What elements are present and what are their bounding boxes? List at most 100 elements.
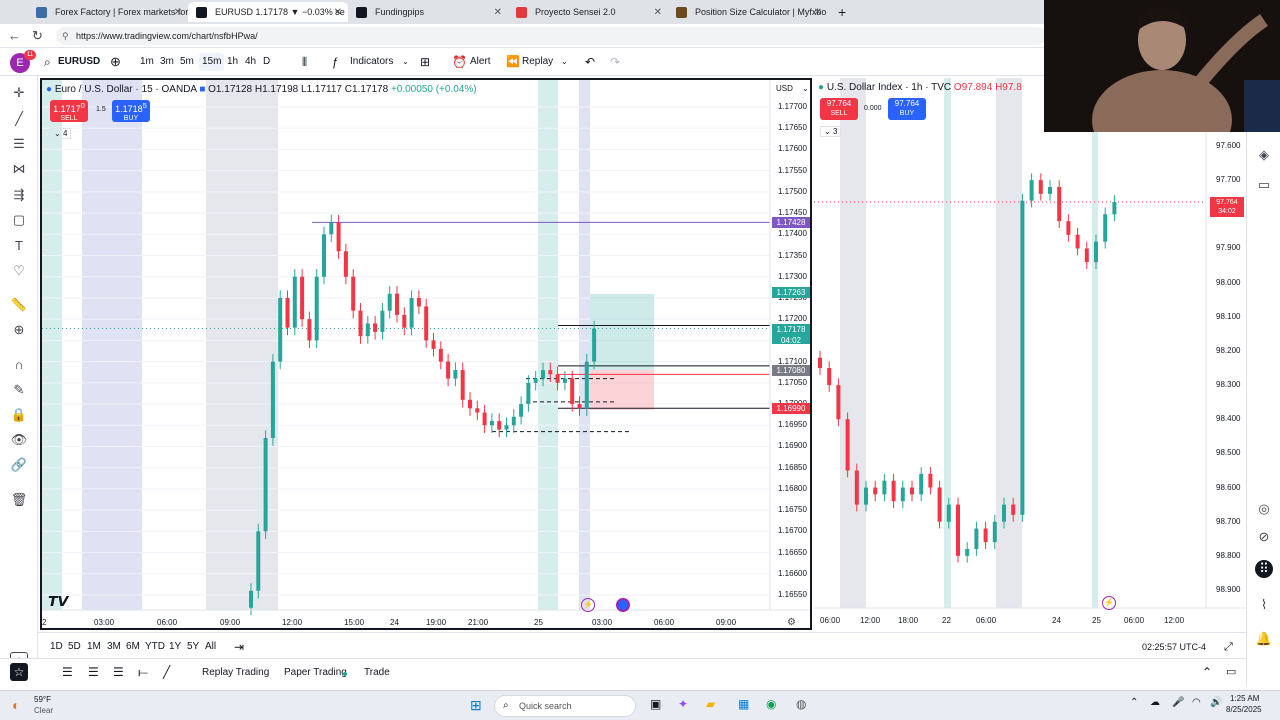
tab-trade[interactable]: Trade [364, 664, 390, 682]
link-icon[interactable]: 🔗 [10, 456, 28, 474]
redo-icon[interactable]: ↷ [610, 53, 620, 71]
watchlist-star-icon[interactable]: ☆ [10, 663, 28, 681]
obs-icon[interactable]: ◍ [796, 697, 806, 711]
tab-paper-trading[interactable]: Paper Trading [284, 664, 347, 682]
range-5d[interactable]: 5D [68, 638, 81, 656]
maximize-panel-icon[interactable]: ▭ [1226, 663, 1236, 681]
microphone-icon[interactable]: 🎤 [1172, 697, 1184, 708]
alert-button[interactable]: Alert [470, 53, 491, 71]
range-1y[interactable]: 1Y [169, 638, 181, 656]
indicators-collapse[interactable]: ⌄ 3 [820, 126, 842, 137]
range-3m[interactable]: 3M [107, 638, 121, 656]
indicators-collapse[interactable]: ⌄ 4 [50, 128, 72, 139]
magnet-icon[interactable]: ∩ [10, 356, 28, 374]
clock-timezone[interactable]: 02:25:57 UTC-4 [1142, 638, 1206, 656]
layers-icon[interactable]: ◈ [1255, 146, 1273, 164]
quick-search-box[interactable]: ⌕ Quick search [494, 695, 636, 717]
close-icon[interactable]: ✕ [174, 7, 182, 18]
symbol-search[interactable]: EURUSD [58, 53, 100, 71]
site-info-icon[interactable]: ⚲ [62, 27, 69, 45]
alarm-clock-icon[interactable]: ⏰ [452, 53, 467, 71]
buy-button[interactable]: 1.17185 BUY [112, 100, 150, 122]
url-field[interactable]: ⚲ https://www.tradingview.com/chart/nsfb… [56, 27, 1046, 45]
interval-d[interactable]: D [263, 53, 270, 71]
eye-icon[interactable]: 👁 [10, 431, 28, 449]
dxy-chart-canvas[interactable] [814, 78, 1246, 630]
trash-icon[interactable]: 🗑 [10, 491, 28, 509]
templates-icon[interactable]: ⊞ [420, 53, 430, 71]
bell-icon[interactable]: 🔔 [1255, 630, 1273, 648]
weather-icon[interactable]: ◐ [12, 697, 20, 713]
lightning-icon[interactable]: ⚡ [581, 598, 595, 612]
heart-icon[interactable]: ♡ [10, 262, 28, 280]
range-1d[interactable]: 1D [50, 638, 63, 656]
edge-browser-icon[interactable]: ◉ [766, 697, 776, 711]
currency-selector[interactable]: USD [776, 84, 793, 93]
chevron-down-icon[interactable]: ⌄ [561, 53, 568, 71]
buy-button[interactable]: 97.764 BUY [888, 98, 926, 120]
crosshair-icon[interactable]: ✛ [10, 84, 28, 102]
chevron-down-icon[interactable]: ⌄ [802, 84, 809, 93]
dxy-chart-pane[interactable]: ● U.S. Dollar Index · 1h · TVC O97.894 H… [814, 78, 1246, 630]
rss-icon[interactable]: ⌇ [1255, 596, 1273, 614]
compare-symbol-icon[interactable]: ⊕ [110, 53, 121, 71]
range-1m[interactable]: 1M [87, 638, 101, 656]
wifi-icon[interactable]: ◠ [1192, 697, 1201, 708]
tab-replay-trading[interactable]: Replay Trading [202, 664, 269, 682]
undo-icon[interactable]: ↶ [585, 53, 595, 71]
clock-date[interactable]: 8/25/2025 [1226, 705, 1262, 714]
chevron-up-icon[interactable]: ⌃ [1202, 663, 1212, 681]
lock-icon[interactable]: 🔒 [10, 406, 28, 424]
interval-1m[interactable]: 1m [140, 53, 154, 71]
clock-time[interactable]: 1:25 AM [1230, 694, 1259, 703]
ruler-icon[interactable]: 📏 [10, 296, 28, 314]
copilot-icon[interactable]: ✦ [678, 697, 688, 711]
pencil-lock-icon[interactable]: ✎ [10, 381, 28, 399]
task-view-icon[interactable]: ▣ [650, 697, 661, 711]
range-6m[interactable]: 6M [126, 638, 140, 656]
chat-icon[interactable]: ▭ [1255, 176, 1273, 194]
reload-icon[interactable]: ↻ [32, 28, 43, 44]
interval-3m[interactable]: 3m [160, 53, 174, 71]
browser-tab-sensei[interactable]: Proyecto Sensei 2.0 ✕ [508, 2, 668, 22]
panel-filter-icon[interactable]: ☰ [113, 663, 124, 681]
browser-tab-myfxbook[interactable]: Position Size Calculator | Myfxbo ✕ [668, 2, 828, 22]
replay-icon[interactable]: ⏪ [506, 53, 520, 71]
brush-icon[interactable]: ▢ [10, 211, 28, 229]
text-tool-icon[interactable]: T [10, 237, 28, 255]
zoom-in-icon[interactable]: ⊕ [10, 321, 28, 339]
file-explorer-icon[interactable]: ▰ [706, 697, 715, 711]
settings-gear-icon[interactable]: ⚙ [787, 617, 796, 628]
trend-line-icon[interactable]: ╱ [10, 110, 28, 128]
target-icon[interactable]: ◎ [1255, 500, 1273, 518]
close-icon[interactable]: ✕ [494, 7, 502, 18]
back-icon[interactable]: ← [8, 28, 21, 43]
browser-tab-tradingview[interactable]: EURUSD 1.17178 ▼ −0.03% se ✕ [188, 2, 348, 22]
apps-grid-icon[interactable]: ⠿ [1255, 560, 1273, 578]
volume-icon[interactable]: 🔊 [1210, 697, 1222, 708]
event-marker-icon[interactable] [616, 598, 630, 612]
new-tab-button[interactable]: + [830, 2, 850, 22]
search-icon[interactable]: ⌕ [44, 53, 51, 71]
sell-button[interactable]: 97.764 SELL [820, 98, 858, 120]
fib-tool-icon[interactable]: ☰ [10, 135, 28, 153]
interval-1h[interactable]: 1h [227, 53, 238, 71]
range-ytd[interactable]: YTD [145, 638, 165, 656]
close-icon[interactable]: ✕ [814, 7, 822, 18]
goto-date-icon[interactable]: ⇥ [234, 638, 244, 656]
eurusd-chart-pane[interactable]: ● Euro / U.S. Dollar · 15 · OANDA ■ O1.1… [40, 78, 812, 630]
store-icon[interactable]: ▦ [738, 697, 749, 711]
close-icon[interactable]: ✕ [654, 7, 662, 18]
indicators-button[interactable]: Indicators [350, 53, 393, 71]
windows-start-icon[interactable]: ⊞ [470, 697, 482, 714]
close-icon[interactable]: ✕ [334, 7, 342, 18]
pen-icon[interactable]: ╱ [163, 663, 170, 681]
range-5y[interactable]: 5Y [187, 638, 199, 656]
interval-5m[interactable]: 5m [180, 53, 194, 71]
lightning-icon[interactable]: ⚡ [1102, 596, 1116, 610]
interval-4h[interactable]: 4h [245, 53, 256, 71]
eurusd-chart-canvas[interactable] [42, 80, 810, 628]
candles-type-icon[interactable]: ⫴ [302, 53, 307, 71]
pulse-icon[interactable]: ⊘ [1255, 528, 1273, 546]
range-all[interactable]: All [205, 638, 216, 656]
